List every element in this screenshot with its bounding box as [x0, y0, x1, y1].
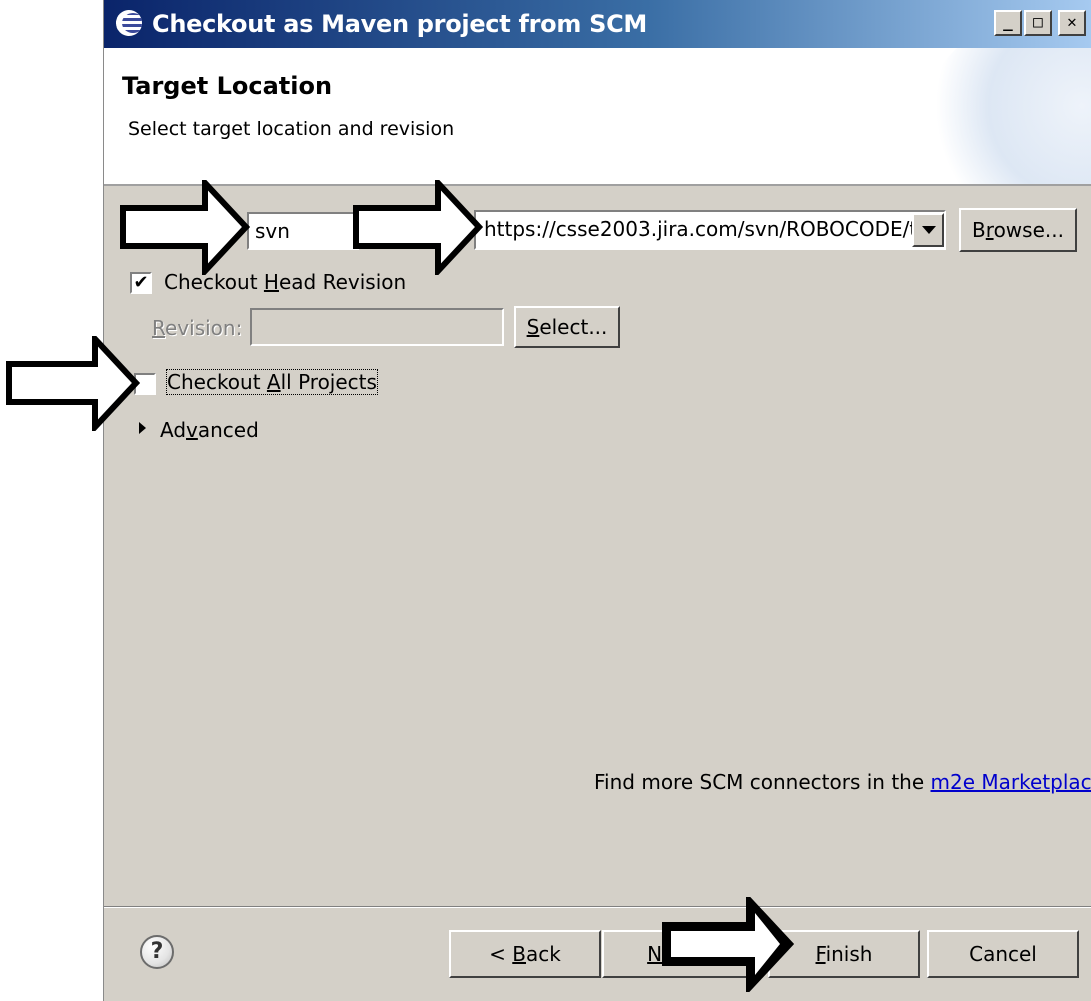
callout-arrow-icon	[120, 180, 250, 275]
dropdown-arrow-icon[interactable]	[912, 213, 944, 247]
expand-triangle-icon[interactable]	[139, 422, 146, 434]
eclipse-app-icon	[116, 10, 142, 36]
marketplace-link[interactable]: m2e Marketplace	[931, 770, 1091, 794]
footer-separator	[104, 906, 1091, 908]
back-button[interactable]: < Back	[449, 930, 601, 978]
maximize-icon[interactable]: □	[1024, 10, 1052, 36]
title-bar[interactable]: Checkout as Maven project from SCM _ □ ✕	[104, 0, 1091, 48]
close-icon[interactable]: ✕	[1058, 10, 1086, 36]
select-revision-button[interactable]: Select...	[514, 306, 620, 348]
scm-url-text: https://csse2003.jira.com/svn/ROBOCODE/t	[484, 217, 918, 241]
browse-button[interactable]: Browse...	[959, 208, 1077, 252]
wizard-header: Target Location Select target location a…	[104, 48, 1091, 186]
all-projects-label[interactable]: Checkout All Projects	[166, 369, 378, 395]
head-revision-checkbox[interactable]: ✔	[130, 272, 152, 294]
checkout-dialog: Checkout as Maven project from SCM _ □ ✕…	[103, 0, 1091, 1001]
help-icon[interactable]: ?	[140, 935, 174, 969]
marketplace-prefix: Find more SCM connectors in the	[594, 770, 931, 794]
page-subtitle: Select target location and revision	[128, 118, 455, 140]
marketplace-text: Find more SCM connectors in the m2e Mark…	[594, 770, 1091, 794]
cancel-button[interactable]: Cancel	[927, 930, 1079, 978]
minimize-icon[interactable]: _	[994, 10, 1022, 36]
revision-input	[250, 308, 504, 346]
callout-arrow-icon	[6, 336, 140, 431]
page-title: Target Location	[122, 72, 333, 100]
callout-arrow-icon	[353, 180, 483, 275]
callout-arrow-icon	[662, 897, 794, 992]
scm-url-combo[interactable]: https://csse2003.jira.com/svn/ROBOCODE/t	[474, 210, 946, 250]
revision-label: Revision:	[152, 316, 243, 340]
scm-type-combo[interactable]: svn	[247, 212, 359, 250]
advanced-label[interactable]: Advanced	[160, 418, 259, 442]
header-decoration	[921, 48, 1091, 184]
window-title: Checkout as Maven project from SCM	[152, 10, 647, 38]
